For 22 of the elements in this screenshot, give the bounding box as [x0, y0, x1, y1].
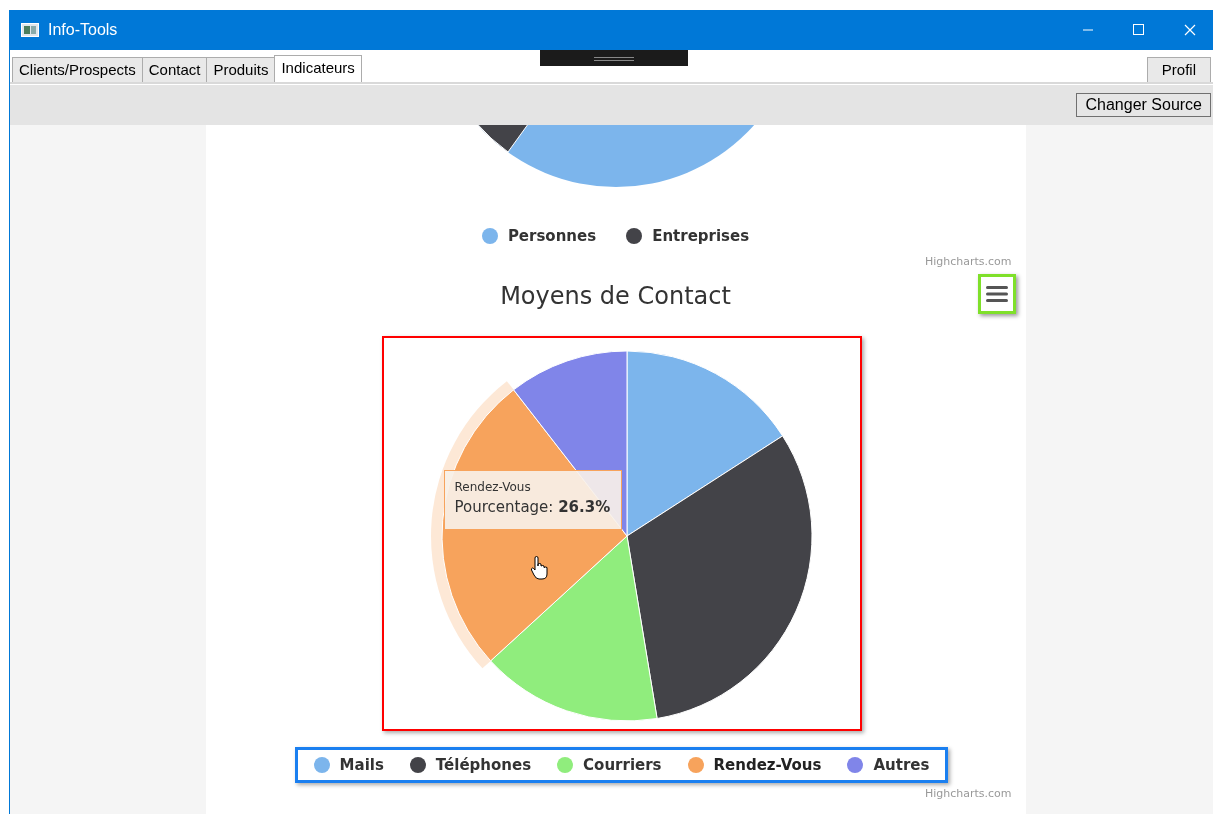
- legend-item[interactable]: Rendez-Vous: [687, 756, 822, 774]
- legend-item[interactable]: Entreprises: [626, 227, 750, 245]
- chart-title: Moyens de Contact: [500, 282, 731, 312]
- legend-item[interactable]: Personnes: [481, 227, 597, 245]
- app-icon: [21, 23, 39, 37]
- profile-button[interactable]: Profil: [1146, 57, 1211, 82]
- hand-cursor-icon: [529, 556, 550, 580]
- legend-item[interactable]: Téléphones: [409, 756, 532, 774]
- legend-item[interactable]: Mails: [313, 756, 384, 774]
- menu-button[interactable]: [977, 274, 1016, 314]
- tab[interactable]: Indicateurs: [274, 55, 362, 82]
- window-title: Info-Tools: [48, 21, 118, 39]
- tab[interactable]: Produits: [206, 57, 276, 82]
- legend-item[interactable]: Courriers: [557, 756, 662, 774]
- change-source-button[interactable]: Changer Source: [1076, 93, 1211, 117]
- menu-icon: [985, 286, 1008, 302]
- legend-item[interactable]: Autres: [847, 756, 930, 774]
- tooltip-value: Pourcentage: 26.3%: [454, 498, 611, 516]
- tab[interactable]: Contact: [141, 57, 208, 82]
- drag-handle[interactable]: [540, 50, 688, 66]
- tooltip-series: Rendez-Vous: [454, 480, 532, 494]
- tab[interactable]: Clients/Prospects: [12, 57, 143, 82]
